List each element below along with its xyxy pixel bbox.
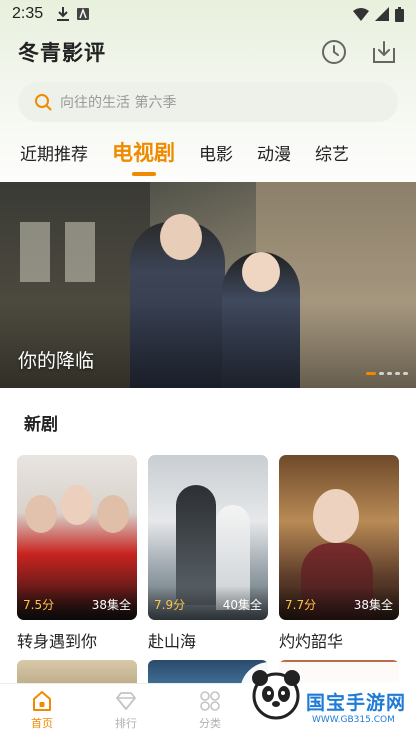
drama-poster: 7.9分 40集全 [148, 455, 268, 620]
drama-card[interactable]: 7.9分 40集全 赴山海 [148, 455, 268, 652]
battery-icon [395, 6, 404, 22]
drama-episodes: 38集全 [91, 598, 131, 612]
banner-face [160, 214, 202, 260]
site-watermark: 国宝手游网 WWW.GB315.COM [240, 662, 416, 739]
banner-title: 你的降临 [18, 350, 95, 372]
diamond-icon [116, 692, 136, 710]
banner-overlay [0, 302, 416, 388]
nav-ranking[interactable]: 排行 [84, 690, 168, 731]
banner-dot[interactable] [366, 372, 376, 375]
nav-label: 排行 [115, 717, 137, 730]
status-time: 2:35 [12, 5, 44, 22]
home-icon [33, 691, 51, 711]
banner-dot[interactable] [387, 372, 392, 375]
drama-score: 7.7分 [285, 598, 317, 612]
category-tabs: 近期推荐 电视剧 电影 动漫 综艺 [0, 132, 416, 172]
download-status-icon [57, 7, 70, 21]
banner-dot[interactable] [403, 372, 408, 375]
tab-variety[interactable]: 综艺 [315, 140, 349, 165]
drama-card[interactable]: 7.7分 38集全 灼灼韶华 [279, 455, 399, 652]
drama-poster: 7.7分 38集全 [279, 455, 399, 620]
search-placeholder: 向往的生活 第六季 [60, 95, 177, 111]
drama-score: 7.9分 [154, 598, 186, 612]
watermark-text: 国宝手游网 [306, 692, 407, 714]
tab-tv-series[interactable]: 电视剧 [112, 137, 175, 167]
app-header: 冬青影评 [0, 30, 416, 74]
drama-title: 转身遇到你 [17, 632, 98, 651]
search-icon [35, 94, 52, 111]
banner-dot[interactable] [395, 372, 400, 375]
banner-window [20, 222, 50, 282]
nav-label: 分类 [199, 717, 221, 730]
tab-anime[interactable]: 动漫 [257, 140, 291, 165]
panda-logo-icon [252, 670, 300, 720]
drama-card[interactable]: 7.5分 38集全 转身遇到你 [17, 455, 137, 652]
notification-status-icon [77, 8, 90, 20]
drama-poster: 7.5分 38集全 [17, 455, 137, 620]
watermark-url: WWW.GB315.COM [312, 715, 395, 725]
grid-icon [200, 691, 220, 711]
app-title: 冬青影评 [18, 41, 106, 65]
drama-episodes: 38集全 [353, 598, 393, 612]
banner-dot[interactable] [379, 372, 384, 375]
banner-face [242, 252, 280, 292]
banner-window [65, 222, 95, 282]
drama-title: 赴山海 [148, 632, 197, 651]
section-title-new-dramas: 新剧 [24, 415, 58, 435]
clock-icon [322, 40, 346, 64]
download-icon [373, 41, 395, 63]
nav-label: 首页 [31, 717, 53, 730]
status-bar: 2:35 [0, 0, 416, 28]
drama-episodes: 40集全 [222, 598, 262, 612]
banner-pagination [366, 372, 408, 375]
nav-home[interactable]: 首页 [0, 690, 84, 731]
signal-icon [375, 7, 389, 21]
wifi-icon [353, 7, 369, 21]
drama-card-partial[interactable] [17, 660, 137, 684]
drama-score: 7.5分 [23, 598, 55, 612]
tab-movies[interactable]: 电影 [199, 140, 233, 165]
history-button[interactable] [320, 38, 348, 66]
download-button[interactable] [370, 38, 398, 66]
search-input[interactable]: 向往的生活 第六季 [18, 82, 398, 122]
tab-recent-recommend[interactable]: 近期推荐 [20, 140, 88, 165]
drama-title: 灼灼韶华 [279, 632, 344, 651]
